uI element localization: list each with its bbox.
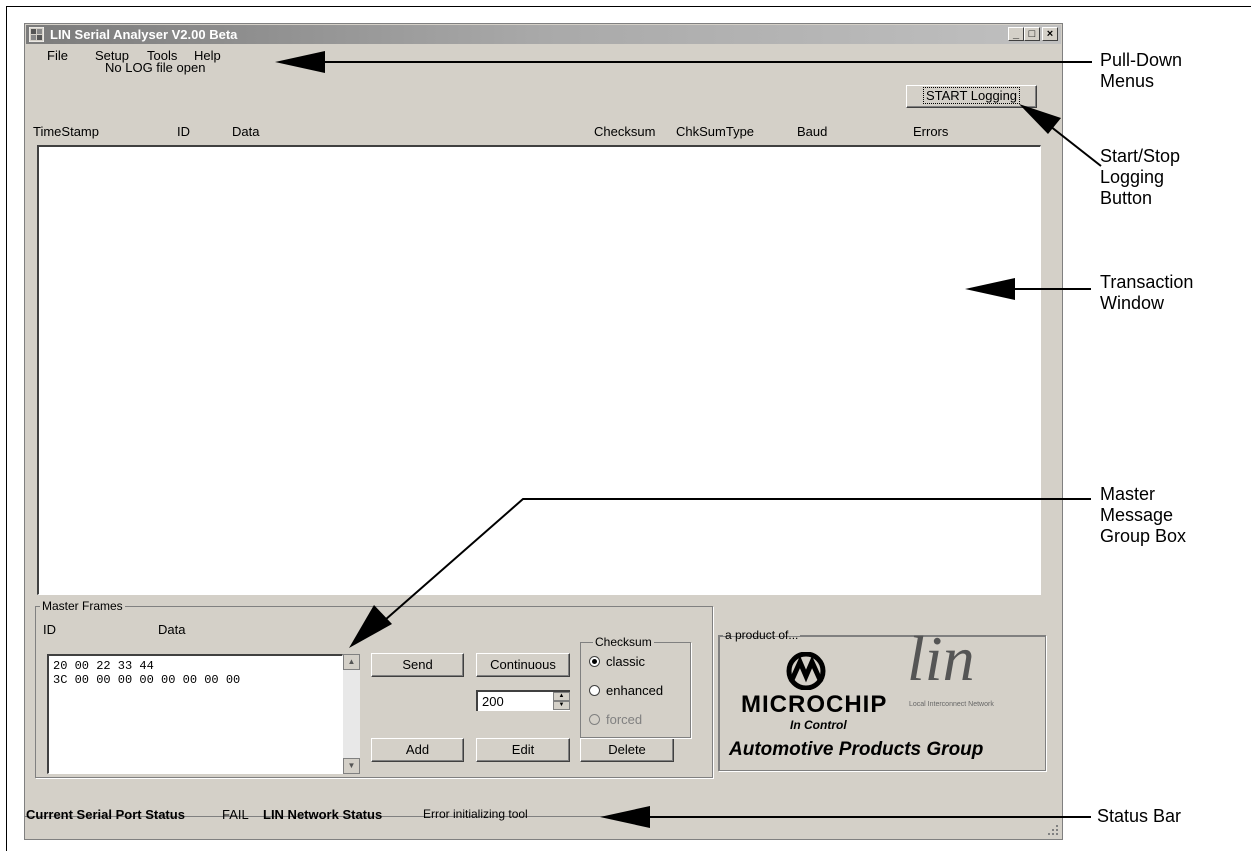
label-line: Window (1100, 293, 1165, 313)
label-line: Master (1100, 484, 1156, 504)
label-line: Logging (1100, 167, 1165, 187)
annotation-arrows (275, 51, 1102, 828)
label-line: Start/Stop (1100, 146, 1181, 166)
label-line: Button (1100, 188, 1153, 208)
label-line: Transaction (1100, 272, 1194, 292)
label-pull-down-menus: Pull-Down Menus (1100, 50, 1182, 92)
label-line: Pull-Down (1100, 50, 1183, 70)
label-master-message-group-box: Master Message Group Box (1100, 484, 1186, 547)
label-line: Message (1100, 505, 1174, 525)
label-start-stop-logging: Start/Stop Logging Button (1100, 146, 1180, 209)
label-line: Menus (1100, 71, 1155, 91)
label-line: Group Box (1100, 526, 1187, 546)
label-transaction-window: Transaction Window (1100, 272, 1193, 314)
label-status-bar: Status Bar (1097, 806, 1182, 826)
